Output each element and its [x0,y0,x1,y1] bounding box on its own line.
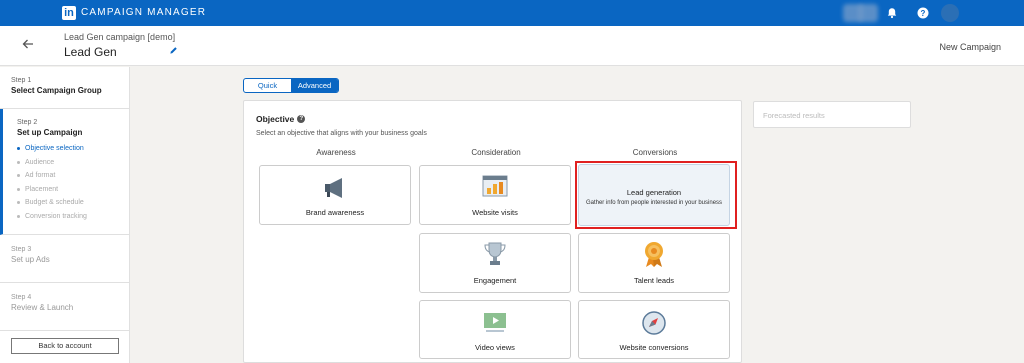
substep-placement[interactable]: Placement [17,183,116,197]
column-conversions: Conversions [632,148,678,157]
step-number: Step 1 [11,77,32,84]
megaphone-icon [325,178,342,198]
card-label: Brand awareness [305,208,365,217]
video-play-icon [484,313,506,332]
substep-budget-schedule[interactable]: Budget & schedule [17,196,116,210]
substep-list: Objective selection Audience Ad format P… [17,142,116,223]
step-title: Review & Launch [11,303,74,312]
advanced-toggle-option[interactable]: Advanced [291,79,338,92]
svg-text:?: ? [921,9,926,18]
step-3[interactable]: Step 3 Set up Ads [0,235,130,283]
step-title: Set up Ads [11,255,50,264]
engagement-card[interactable]: Engagement [419,233,571,293]
objective-heading: Objective ? [256,114,306,124]
step-number: Step 4 [11,294,32,301]
compass-icon [642,311,666,335]
website-conversions-card[interactable]: Website conversions [578,300,730,359]
step-title: Set up Campaign [17,128,83,137]
video-views-card[interactable]: Video views [419,300,571,359]
card-label: Talent leads [633,276,675,285]
forecast-panel: Forecasted results [753,101,911,128]
brand-awareness-card[interactable]: Brand awareness [259,165,411,225]
step-2[interactable]: Step 2 Set up Campaign Objective selecti… [0,109,130,235]
forecast-title: Forecasted results [763,111,825,120]
column-consideration: Consideration [471,148,521,157]
card-label: Video views [475,343,515,352]
pencil-icon[interactable] [169,46,178,55]
website-chart-icon [482,175,508,197]
mode-toggle: Quick Advanced [243,78,339,93]
steps-sidebar: Step 1 Select Campaign Group Step 2 Set … [0,67,130,363]
trophy-icon [484,242,506,265]
column-awareness: Awareness [316,148,356,157]
step-number: Step 2 [17,119,38,126]
card-label: Website visits [472,208,518,217]
website-visits-card[interactable]: Website visits [419,165,571,225]
substep-ad-format[interactable]: Ad format [17,169,116,183]
brand-title: CAMPAIGN MANAGER [81,7,207,18]
back-to-account-button[interactable]: Back to account [11,338,119,354]
substep-objective-selection[interactable]: Objective selection [17,142,116,156]
bell-icon[interactable] [886,7,898,19]
page-title: New Campaign [939,42,1001,52]
campaign-header: Lead Gen campaign [demo] Lead Gen New Ca… [0,26,1024,66]
back-arrow-icon[interactable] [21,37,35,51]
card-label: Website conversions [619,343,689,352]
quick-toggle-option[interactable]: Quick [244,79,291,92]
linkedin-logo: in [62,6,76,20]
card-label: Engagement [473,276,517,285]
campaign-name: Lead Gen [64,45,117,59]
avatar[interactable] [941,4,959,22]
medal-icon [645,242,663,267]
talent-leads-card[interactable]: Talent leads [578,233,730,293]
step-1[interactable]: Step 1 Select Campaign Group [0,67,130,109]
blurred-account-info [858,4,878,22]
step-number: Step 3 [11,246,32,253]
objective-subtitle: Select an objective that aligns with you… [256,130,427,137]
step-title: Select Campaign Group [11,86,102,95]
step-4[interactable]: Step 4 Review & Launch [0,283,130,331]
help-circle-icon[interactable]: ? [297,115,306,123]
help-icon[interactable]: ? [917,7,929,19]
brand[interactable]: in CAMPAIGN MANAGER [62,6,206,20]
selection-highlight-box [575,161,737,229]
campaign-group-name: Lead Gen campaign [demo] [64,32,176,42]
substep-conversion-tracking[interactable]: Conversion tracking [17,210,116,224]
top-nav-bar: in CAMPAIGN MANAGER ? [0,0,1024,26]
objective-title: Objective [256,114,295,124]
substep-audience[interactable]: Audience [17,156,116,170]
